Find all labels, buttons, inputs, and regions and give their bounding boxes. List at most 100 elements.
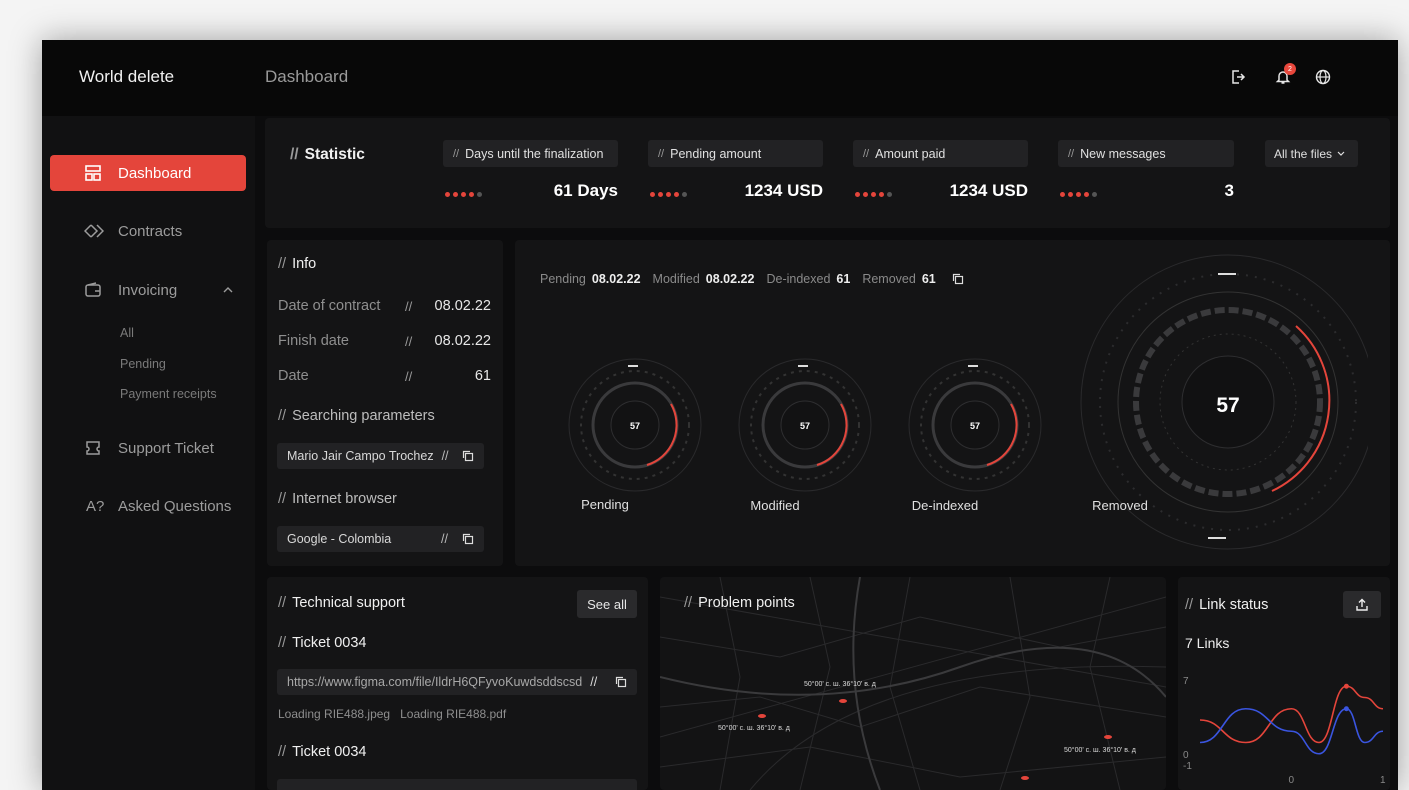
search-params-field[interactable]: Mario Jair Campo Trochez//: [277, 443, 484, 469]
ticket-url-field[interactable]: https://www.figma.com/file/IldrH6QFyvoKu…: [277, 669, 637, 695]
link-status-chart: 70-10 1: [1183, 676, 1386, 786]
app-window: World delete Dashboard 2 Dashboard Contr…: [42, 40, 1398, 790]
upload-icon: [1356, 598, 1368, 611]
sidebar-item-support-ticket[interactable]: Support Ticket: [50, 430, 246, 466]
stat-value-pending-amount: 1234 USD: [744, 181, 823, 200]
gauge-deindexed: 57: [908, 358, 1042, 492]
top-bar: World delete Dashboard 2: [42, 40, 1398, 116]
brand-logo: World delete: [79, 67, 175, 86]
ticket-url-field[interactable]: [277, 779, 637, 790]
gauge-pending: 57: [568, 358, 702, 492]
summary-bar: Pending 08.02.22 Modified 08.02.22 De-inde…: [540, 272, 964, 286]
sidebar-item-asked-questions[interactable]: A? Asked Questions: [50, 488, 246, 524]
files-filter-dropdown[interactable]: All the files: [1265, 140, 1358, 167]
sidebar-item-label: Dashboard: [118, 164, 192, 182]
globe-icon[interactable]: [1312, 66, 1334, 88]
ticket-icon: [86, 441, 100, 455]
series-line: [1199, 707, 1384, 755]
gauge-value: 57: [1216, 394, 1239, 417]
copy-icon[interactable]: [615, 676, 627, 688]
separator: //: [405, 299, 413, 314]
sidebar-subitem-all[interactable]: All: [120, 326, 134, 340]
stat-label-amount-paid: //Amount paid: [853, 140, 1028, 167]
info-row-label: Date of contract: [278, 298, 381, 314]
sidebar-item-invoicing[interactable]: Invoicing: [50, 272, 246, 308]
summary-deindexed-label: De-indexed: [766, 272, 831, 286]
chevron-up-icon[interactable]: [223, 286, 233, 294]
notification-badge: 2: [1284, 63, 1296, 75]
sidebar-subitem-pending[interactable]: Pending: [120, 357, 166, 371]
stat-value-amount-paid: 1234 USD: [949, 181, 1028, 200]
summary-modified-label: Modified: [652, 272, 700, 286]
map-coord-label: 50°00' с. ш. 36°10' в. д: [1064, 747, 1136, 754]
progress-dots: [855, 184, 895, 202]
separator: //: [405, 369, 413, 384]
stat-label-new-messages: //New messages: [1058, 140, 1234, 167]
gauge-label: De-indexed: [911, 498, 979, 513]
info-row-label: Date: [278, 368, 309, 384]
x-tick-label: 1: [1380, 775, 1386, 786]
gauge-value: 57: [630, 421, 640, 431]
summary-modified-value: 08.02.22: [705, 272, 755, 286]
map-coord-label: 50°00' с. ш. 36°10' в. д: [804, 681, 876, 688]
sidebar-subitem-payment-receipts[interactable]: Payment receipts: [120, 387, 217, 401]
link-status-title: //Link status: [1185, 597, 1269, 613]
support-title: //Technical support: [278, 595, 405, 611]
summary-removed-value: 61: [921, 272, 936, 286]
gauge-label: Pending: [581, 497, 629, 512]
sidebar-item-label: Contracts: [118, 222, 183, 240]
browser-field[interactable]: Google - Colombia//: [277, 526, 484, 552]
stat-value-new-messages: 3: [1224, 181, 1234, 200]
statistic-title: //Statistic: [290, 146, 365, 163]
gauge-label: Removed: [1092, 498, 1148, 513]
info-row-value: 61: [474, 368, 491, 384]
link-status-card: //Link status 7 Links 7 0 -1 0 1: [1178, 577, 1390, 790]
logout-icon[interactable]: [1227, 66, 1249, 88]
series-line: [1199, 685, 1384, 744]
summary-removed-label: Removed: [862, 272, 916, 286]
link-count: 7 Links: [1185, 635, 1230, 651]
sidebar: Dashboard Contracts Invoicing All Pendin…: [42, 116, 255, 790]
y-tick-label: 7: [1183, 676, 1189, 687]
sidebar-item-label: Asked Questions: [118, 497, 232, 515]
sidebar-item-dashboard[interactable]: Dashboard: [50, 155, 246, 191]
question-icon: A?: [86, 497, 105, 515]
bell-icon[interactable]: 2: [1272, 63, 1296, 88]
stat-value-days: 61 Days: [553, 181, 618, 200]
export-button[interactable]: [1343, 591, 1381, 618]
chevron-down-icon: [1337, 151, 1345, 156]
info-row-value: 08.02.22: [434, 298, 491, 314]
attachment-link[interactable]: Loading RIE488.jpeg: [278, 707, 390, 721]
gauge-value: 57: [970, 421, 980, 431]
sidebar-item-label: Support Ticket: [118, 439, 214, 457]
summary-deindexed-value: 61: [836, 272, 851, 286]
copy-icon[interactable]: [952, 273, 964, 285]
summary-pending-value: 08.02.22: [591, 272, 641, 286]
y-tick-label: -1: [1183, 761, 1192, 772]
info-row-value: 08.02.22: [434, 333, 491, 349]
stat-label-pending-amount: //Pending amount: [648, 140, 823, 167]
search-params-title: //Searching parameters: [278, 408, 435, 424]
info-title: //Info: [278, 256, 317, 272]
info-row-label: Finish date: [278, 333, 349, 349]
stat-label-days: //Days until the finalization: [443, 140, 618, 167]
problem-points-card: //Problem points 50°00' с. ш. 36°10' в. …: [660, 577, 1166, 790]
attachment-link[interactable]: Loading RIE488.pdf: [400, 707, 506, 721]
map-coord-label: 50°00' с. ш. 36°10' в. д: [718, 725, 790, 732]
y-tick-label: 0: [1183, 750, 1189, 761]
browser-title: //Internet browser: [278, 491, 397, 507]
gauge-value: 57: [800, 421, 810, 431]
progress-dots: [1060, 184, 1100, 202]
statistic-card: //Statistic //Days until the finalizatio…: [265, 118, 1390, 228]
wallet-icon: [85, 282, 101, 297]
gauge-modified: 57: [738, 358, 872, 492]
see-all-button[interactable]: See all: [577, 590, 637, 618]
copy-icon[interactable]: [462, 450, 474, 462]
separator: //: [405, 334, 413, 349]
problem-points-title: //Problem points: [684, 595, 795, 611]
sidebar-item-contracts[interactable]: Contracts: [50, 213, 246, 249]
copy-icon[interactable]: [462, 533, 474, 545]
dashboard-icon: [85, 165, 101, 181]
info-card: //Info Date of contract // 08.02.22 Fini…: [267, 240, 503, 566]
sidebar-item-label: Invoicing: [118, 281, 178, 299]
